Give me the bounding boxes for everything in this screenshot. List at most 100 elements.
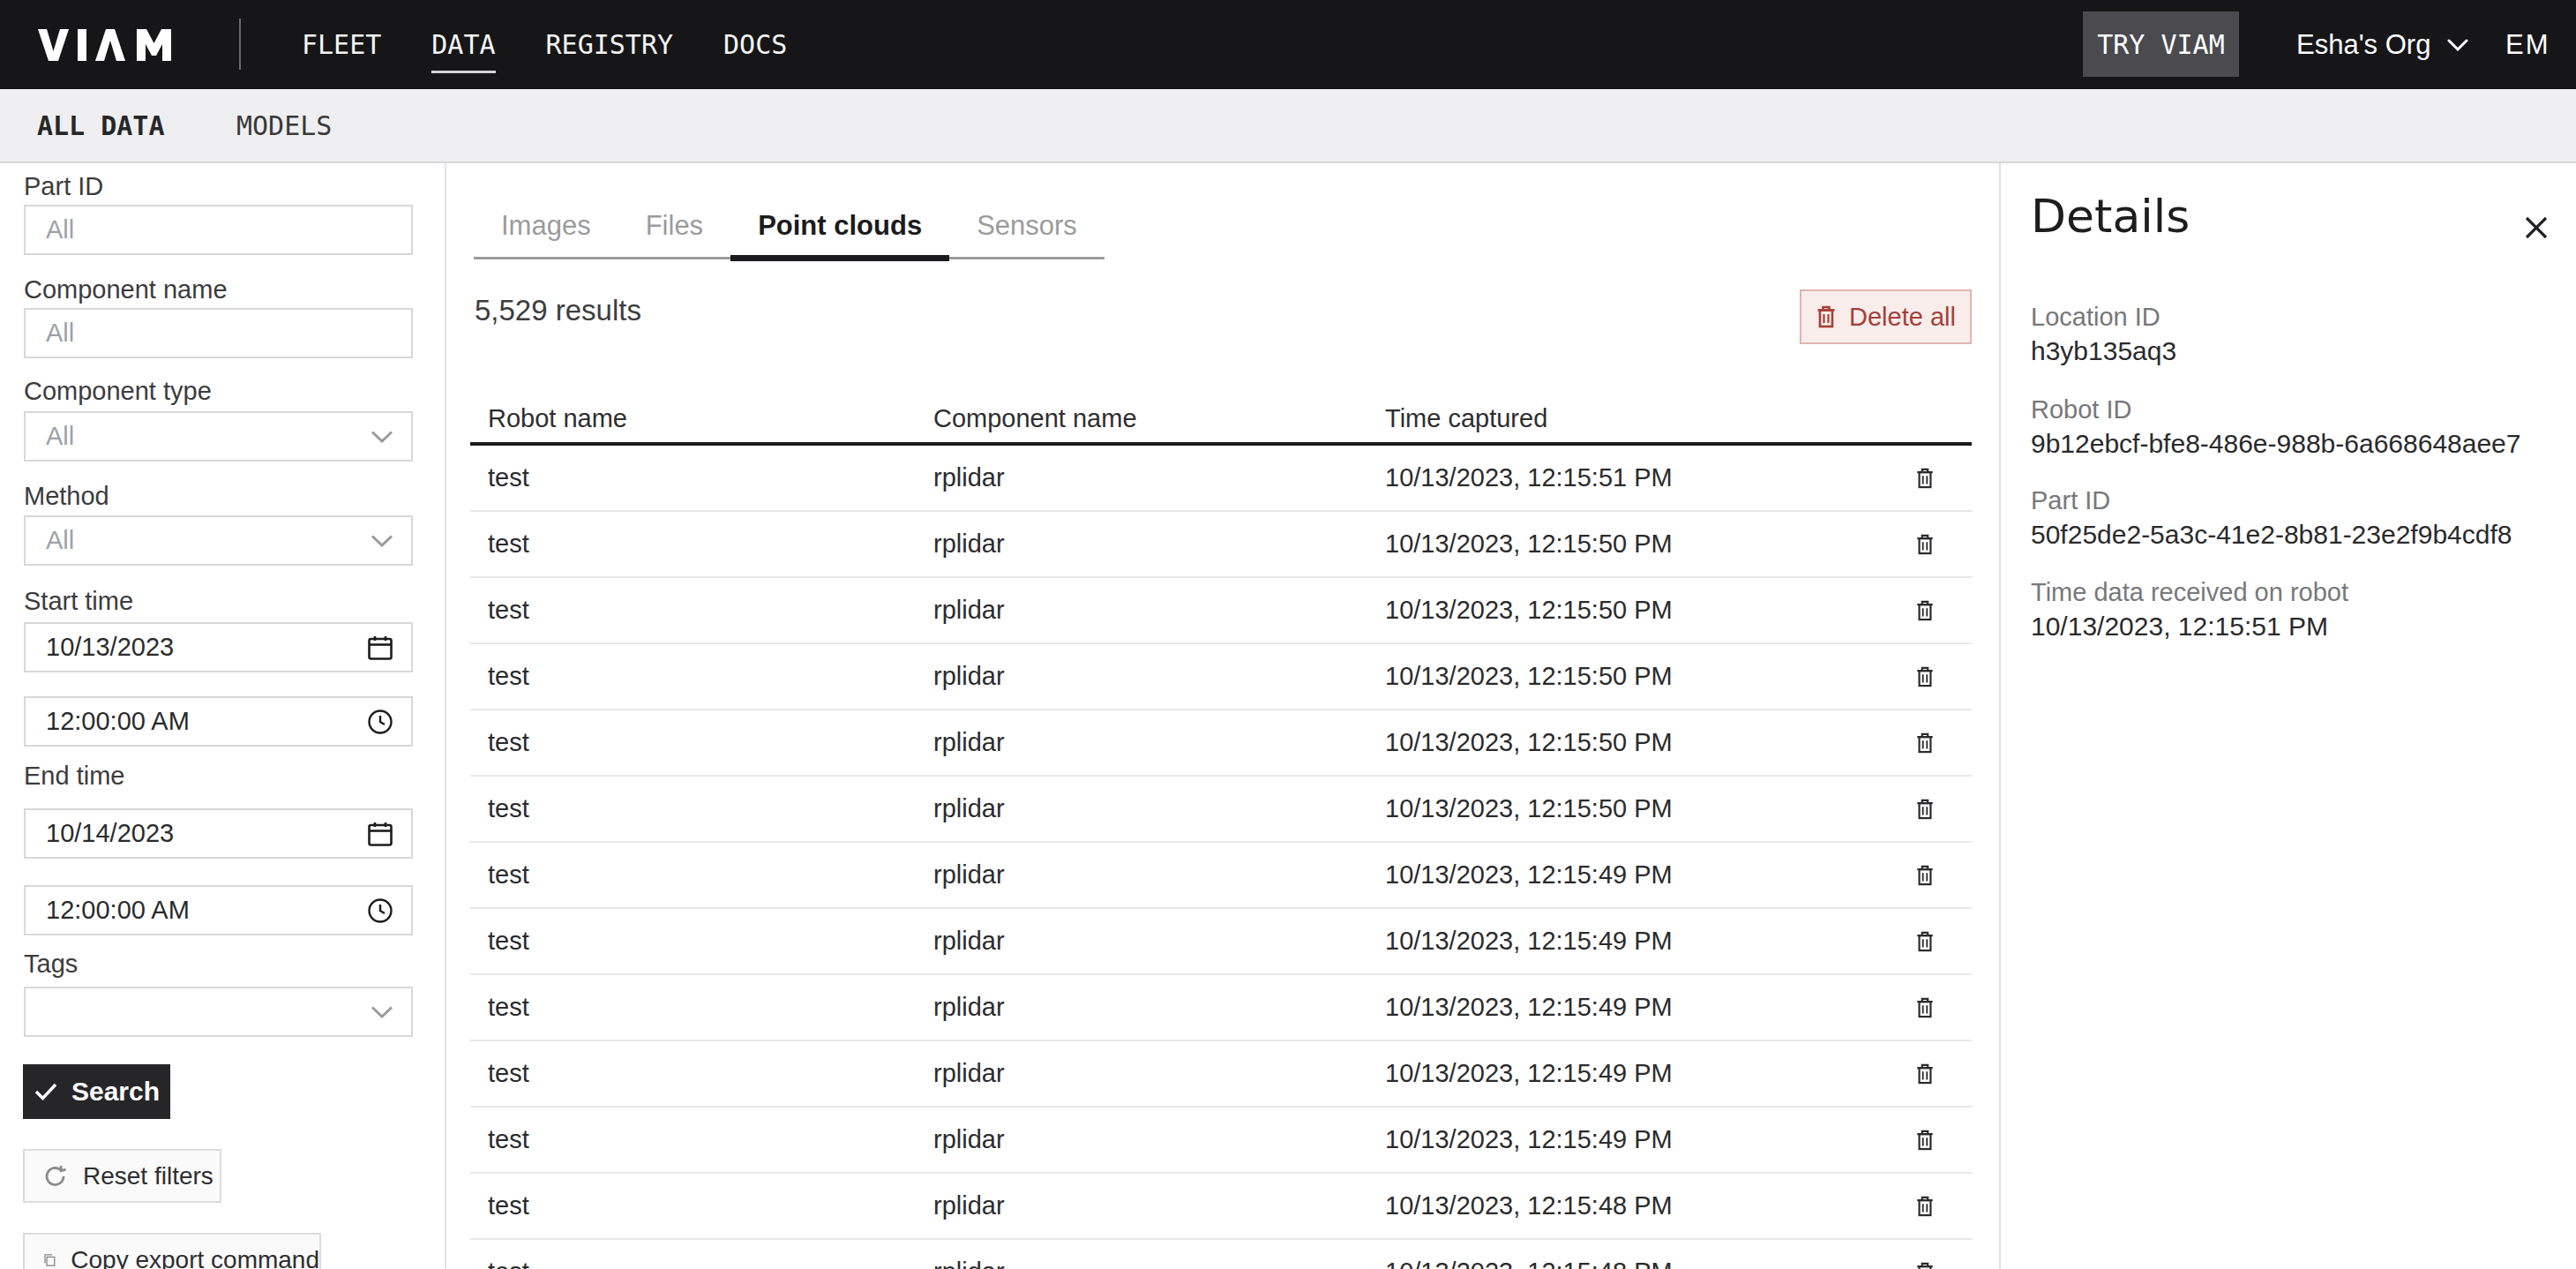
component-name-input[interactable]: All [24, 308, 413, 358]
table-row[interactable]: testrplidar10/13/2023, 12:15:50 PM [470, 578, 1972, 644]
table-row[interactable]: testrplidar10/13/2023, 12:15:50 PM [470, 644, 1972, 710]
nav-link-docs[interactable]: DOCS [723, 29, 787, 60]
col-component-name: Component name [916, 404, 1367, 442]
delete-row-button[interactable] [1915, 732, 1935, 755]
cell-component-name: rplidar [916, 1125, 1367, 1154]
filter-label: Part ID [24, 172, 103, 200]
cell-component-name: rplidar [916, 1059, 1367, 1088]
trash-icon [1816, 304, 1837, 329]
cell-time-captured: 10/13/2023, 12:15:50 PM [1367, 596, 1899, 625]
tab-images[interactable]: Images [474, 212, 618, 257]
filter-label: Component type [24, 377, 212, 405]
filter-label: Start time [24, 587, 133, 615]
trash-icon [1915, 665, 1935, 688]
subnav-tab-models[interactable]: MODELS [236, 89, 332, 161]
table-row[interactable]: testrplidar10/13/2023, 12:15:49 PM [470, 975, 1972, 1041]
component-type-select[interactable]: All [24, 411, 413, 462]
cell-time-captured: 10/13/2023, 12:15:50 PM [1367, 529, 1899, 559]
cell-robot-name: test [470, 1258, 916, 1269]
delete-row-button[interactable] [1915, 930, 1935, 953]
cell-component-name: rplidar [916, 1258, 1367, 1269]
trash-icon [1915, 996, 1935, 1019]
viam-logo[interactable] [38, 0, 183, 89]
tab-point-clouds[interactable]: Point clouds [730, 212, 949, 257]
details-field-label: Part ID [2031, 486, 2110, 514]
table-row[interactable]: testrplidar10/13/2023, 12:15:50 PM [470, 710, 1972, 777]
cell-robot-name: test [470, 662, 916, 691]
cell-component-name: rplidar [916, 463, 1367, 492]
table-row[interactable]: testrplidar10/13/2023, 12:15:49 PM [470, 843, 1972, 909]
cell-robot-name: test [470, 993, 916, 1022]
delete-row-button[interactable] [1915, 1129, 1935, 1152]
table-row[interactable]: testrplidar10/13/2023, 12:15:50 PM [470, 512, 1972, 578]
tab-files[interactable]: Files [618, 212, 730, 257]
org-menu[interactable]: Esha's Org [2296, 0, 2469, 89]
table-row[interactable]: testrplidar10/13/2023, 12:15:49 PM [470, 909, 1972, 975]
cell-component-name: rplidar [916, 728, 1367, 757]
copy-icon [43, 1247, 56, 1269]
data-type-tabs: ImagesFilesPoint cloudsSensors [474, 212, 1105, 259]
avatar[interactable]: EM [2505, 0, 2550, 89]
tab-sensors[interactable]: Sensors [949, 212, 1105, 257]
trash-icon [1915, 533, 1935, 556]
cell-robot-name: test [470, 1125, 916, 1154]
copy-export-command-button[interactable]: Copy export command [23, 1233, 321, 1269]
search-button[interactable]: Search [23, 1064, 170, 1119]
delete-row-button[interactable] [1915, 798, 1935, 821]
cell-robot-name: test [470, 794, 916, 823]
trash-icon [1915, 798, 1935, 821]
delete-row-button[interactable] [1915, 1195, 1935, 1218]
col-time-captured: Time captured [1367, 404, 1899, 442]
end-date-input[interactable]: 10/14/2023 [24, 808, 413, 859]
delete-row-button[interactable] [1915, 467, 1935, 490]
table-row[interactable]: testrplidar10/13/2023, 12:15:48 PM [470, 1240, 1972, 1269]
details-field-value: 50f25de2-5a3c-41e2-8b81-23e2f9b4cdf8 [2031, 520, 2512, 550]
cell-component-name: rplidar [916, 596, 1367, 625]
cell-component-name: rplidar [916, 794, 1367, 823]
nav-link-registry[interactable]: REGISTRY [546, 29, 674, 60]
nav-link-fleet[interactable]: FLEET [302, 29, 381, 60]
table-row[interactable]: testrplidar10/13/2023, 12:15:49 PM [470, 1108, 1972, 1174]
table-row[interactable]: testrplidar10/13/2023, 12:15:49 PM [470, 1041, 1972, 1108]
method-select[interactable]: All [24, 515, 413, 566]
cell-robot-name: test [470, 728, 916, 757]
cell-component-name: rplidar [916, 1191, 1367, 1220]
table-body: testrplidar10/13/2023, 12:15:51 PMtestrp… [470, 446, 1972, 1269]
table-row[interactable]: testrplidar10/13/2023, 12:15:48 PM [470, 1174, 1972, 1240]
delete-row-button[interactable] [1915, 864, 1935, 887]
delete-row-button[interactable] [1915, 533, 1935, 556]
subnav: ALL DATA MODELS [0, 89, 2576, 163]
cell-time-captured: 10/13/2023, 12:15:50 PM [1367, 728, 1899, 757]
nav-link-data[interactable]: DATA [431, 29, 495, 60]
delete-all-button[interactable]: Delete all [1800, 289, 1972, 344]
table-row[interactable]: testrplidar10/13/2023, 12:15:50 PM [470, 777, 1972, 843]
filter-label: Method [24, 482, 109, 510]
delete-row-button[interactable] [1915, 996, 1935, 1019]
chevron-down-icon [2446, 38, 2469, 52]
try-viam-button[interactable]: TRY VIAM [2083, 11, 2239, 77]
close-icon[interactable] [2523, 214, 2550, 241]
part-id-input[interactable]: All [24, 205, 413, 255]
delete-row-button[interactable] [1915, 1063, 1935, 1085]
subnav-tab-all-data[interactable]: ALL DATA [37, 89, 165, 161]
delete-row-button[interactable] [1915, 1261, 1935, 1269]
trash-icon [1915, 1195, 1935, 1218]
start-date-input[interactable]: 10/13/2023 [24, 622, 413, 672]
details-panel: Details Location IDh3yb135aq3Robot ID9b1… [1999, 163, 2576, 1269]
filter-label: Component name [24, 275, 228, 304]
start-time-input[interactable]: 12:00:00 AM [24, 696, 413, 747]
end-time-input[interactable]: 12:00:00 AM [24, 885, 413, 935]
table-header: Robot name Component name Time captured [470, 404, 1972, 446]
delete-row-button[interactable] [1915, 599, 1935, 622]
cell-time-captured: 10/13/2023, 12:15:49 PM [1367, 1059, 1899, 1088]
cell-component-name: rplidar [916, 927, 1367, 956]
tags-select[interactable] [24, 987, 413, 1037]
cell-time-captured: 10/13/2023, 12:15:48 PM [1367, 1191, 1899, 1220]
cell-component-name: rplidar [916, 860, 1367, 890]
table-row[interactable]: testrplidar10/13/2023, 12:15:51 PM [470, 446, 1972, 512]
delete-row-button[interactable] [1915, 665, 1935, 688]
reset-filters-button[interactable]: Reset filters [23, 1149, 221, 1203]
cell-time-captured: 10/13/2023, 12:15:51 PM [1367, 463, 1899, 492]
cell-robot-name: test [470, 927, 916, 956]
results-count: 5,529 results [475, 294, 641, 327]
